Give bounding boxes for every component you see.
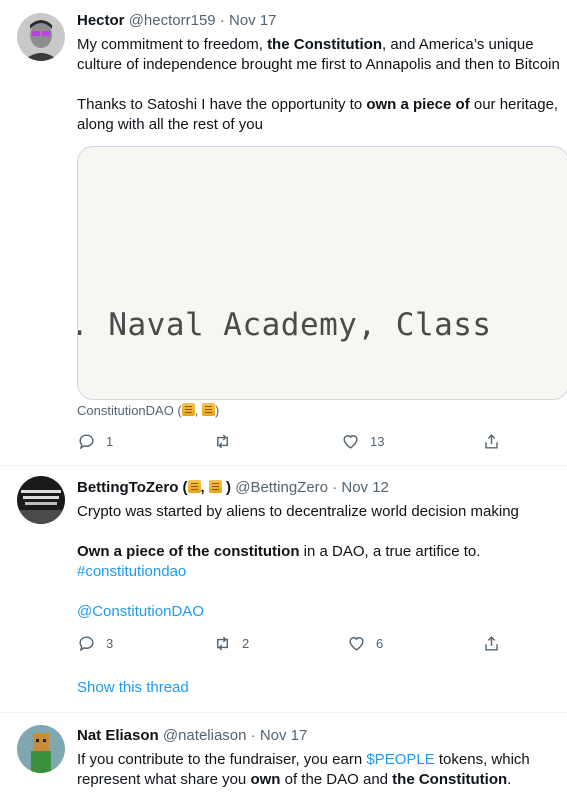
handle[interactable]: @BettingZero — [235, 479, 328, 496]
avatar-hector[interactable] — [17, 13, 65, 61]
tweet-body: BettingToZero (, ) @BettingZero · Nov 12… — [77, 478, 567, 622]
tweet-text-line — [77, 522, 567, 542]
text-segment: in a DAO, a true artifice to. — [299, 543, 481, 560]
timestamp[interactable]: Nov 12 — [341, 479, 389, 496]
tweet-header: BettingToZero (, ) @BettingZero · Nov 12 — [77, 478, 567, 498]
reply-count: 3 — [106, 635, 114, 651]
bold-text: own — [250, 771, 281, 788]
separator-dot: · — [219, 12, 225, 29]
display-name[interactable]: BettingToZero (, ) — [77, 479, 231, 496]
timestamp[interactable]: Nov 17 — [260, 727, 308, 744]
scroll-emoji-icon — [181, 403, 195, 416]
timestamp[interactable]: Nov 17 — [229, 12, 277, 29]
like-count: 13 — [370, 433, 385, 449]
separator-dot: · — [332, 479, 338, 496]
tweet-text: If you contribute to the fundraiser, you… — [77, 750, 567, 790]
like-button[interactable]: 6 — [347, 633, 383, 653]
reply-button[interactable]: 1 — [77, 431, 113, 451]
media-card[interactable]: . Naval Academy, Class — [77, 146, 567, 400]
tweet-body: Hector @hectorr159 · Nov 17 My commitmen… — [77, 11, 567, 135]
reply-button[interactable]: 3 — [77, 633, 113, 653]
avatar-nateliason[interactable] — [17, 725, 65, 773]
tweet-nateliason[interactable]: Nat Eliason @nateliason · Nov 17 If you … — [0, 713, 567, 801]
media-caption-text: . Naval Academy, Class — [77, 307, 492, 343]
text-segment: culture of independence brought me first… — [77, 56, 560, 73]
text-segment: Thanks to Satoshi I have the opportunity… — [77, 96, 367, 113]
share-button[interactable] — [482, 633, 501, 653]
tweet-text-line: @ConstitutionDAO — [77, 602, 567, 622]
retweet-button[interactable] — [213, 431, 242, 451]
tweet-text: My commitment to freedom, the Constituti… — [77, 35, 567, 135]
tweet-text-line: Crypto was started by aliens to decentra… — [77, 502, 567, 522]
action-bar: 1 13 — [77, 431, 507, 451]
text-segment: along with all the rest of you — [77, 116, 263, 133]
tweet-body: Nat Eliason @nateliason · Nov 17 If you … — [77, 726, 567, 790]
display-name[interactable]: Nat Eliason — [77, 727, 159, 744]
scroll-emoji-icon — [187, 480, 201, 493]
text-segment: , and America’s unique — [382, 36, 534, 53]
text-segment: our heritage, — [469, 96, 559, 113]
share-icon — [485, 433, 498, 449]
text-segment: If you contribute to the fundraiser, you… — [77, 751, 367, 768]
tweet-hector[interactable]: Hector @hectorr159 · Nov 17 My commitmen… — [0, 0, 567, 466]
bold-text: Own a piece of the constitution — [77, 543, 300, 560]
reply-icon — [79, 635, 94, 651]
handle[interactable]: @nateliason — [163, 727, 247, 744]
inline-link[interactable]: @ConstitutionDAO — [77, 603, 204, 620]
retweet-icon — [217, 434, 228, 448]
card-source-label[interactable]: ConstitutionDAO (, ) — [77, 403, 219, 418]
bold-text: own a piece of — [366, 96, 470, 113]
tweet-bettingtozero[interactable]: BettingToZero (, ) @BettingZero · Nov 12… — [0, 466, 567, 713]
avatar-bettingtozero[interactable] — [17, 476, 65, 524]
tweet-header: Hector @hectorr159 · Nov 17 — [77, 11, 567, 31]
display-name[interactable]: Hector — [77, 12, 125, 29]
scroll-emoji-icon — [202, 403, 215, 416]
retweet-count: 2 — [242, 635, 250, 651]
tweet-text-line: along with all the rest of you — [77, 115, 567, 135]
tweet-text-line: Own a piece of the constitution in a DAO… — [77, 542, 567, 562]
like-icon — [343, 434, 358, 449]
handle[interactable]: @hectorr159 — [129, 12, 216, 29]
share-button[interactable] — [482, 431, 501, 451]
reply-count: 1 — [106, 433, 114, 449]
tweet-text-line — [77, 75, 567, 95]
show-thread-link[interactable]: Show this thread — [77, 679, 189, 696]
tweet-text-line: Thanks to Satoshi I have the opportunity… — [77, 95, 567, 115]
tweet-text-line: culture of independence brought me first… — [77, 55, 567, 75]
tweet-text-line: represent what share you own of the DAO … — [77, 770, 567, 790]
text-segment: of the DAO and — [280, 771, 393, 788]
bold-text: the Constitution — [267, 36, 383, 53]
action-bar: 3 2 6 — [77, 633, 507, 653]
like-button[interactable]: 13 — [341, 431, 384, 451]
like-count: 6 — [376, 635, 384, 651]
tweet-text-line: If you contribute to the fundraiser, you… — [77, 750, 567, 770]
tweet-text-line: My commitment to freedom, the Constituti… — [77, 35, 567, 55]
share-icon — [485, 635, 498, 651]
inline-link[interactable]: $PEOPLE — [366, 751, 434, 768]
text-segment: . — [507, 771, 512, 788]
tweet-text-line — [77, 582, 567, 602]
tweet-header: Nat Eliason @nateliason · Nov 17 — [77, 726, 567, 746]
bold-text: the Constitution — [392, 771, 508, 788]
text-segment: My commitment to freedom, — [77, 36, 268, 53]
reply-icon — [79, 433, 94, 449]
text-segment: represent what share you — [77, 771, 251, 788]
inline-link[interactable]: #constitutiondao — [77, 563, 186, 580]
text-segment: Crypto was started by aliens to decentra… — [77, 503, 519, 520]
scroll-emoji-icon — [208, 480, 222, 493]
tweet-text-line: #constitutiondao — [77, 562, 567, 582]
retweet-icon — [217, 636, 228, 650]
like-icon — [349, 636, 364, 651]
retweet-button[interactable]: 2 — [213, 633, 249, 653]
tweet-text: Crypto was started by aliens to decentra… — [77, 502, 567, 622]
separator-dot: · — [250, 727, 256, 744]
text-segment: tokens, which — [434, 751, 530, 768]
